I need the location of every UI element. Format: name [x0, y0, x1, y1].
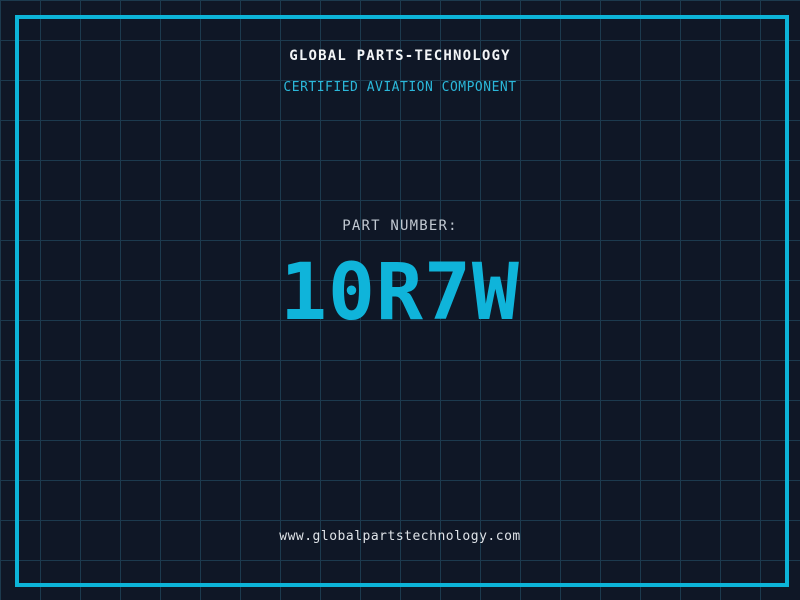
- certification-subtitle: CERTIFIED AVIATION COMPONENT: [283, 80, 517, 95]
- company-title: GLOBAL PARTS-TECHNOLOGY: [289, 48, 511, 64]
- part-number-value: 10R7W: [280, 248, 520, 338]
- part-number-label: PART NUMBER:: [342, 218, 458, 234]
- website-url: www.globalpartstechnology.com: [279, 529, 521, 544]
- part-label-page: GLOBAL PARTS-TECHNOLOGY CERTIFIED AVIATI…: [0, 0, 800, 600]
